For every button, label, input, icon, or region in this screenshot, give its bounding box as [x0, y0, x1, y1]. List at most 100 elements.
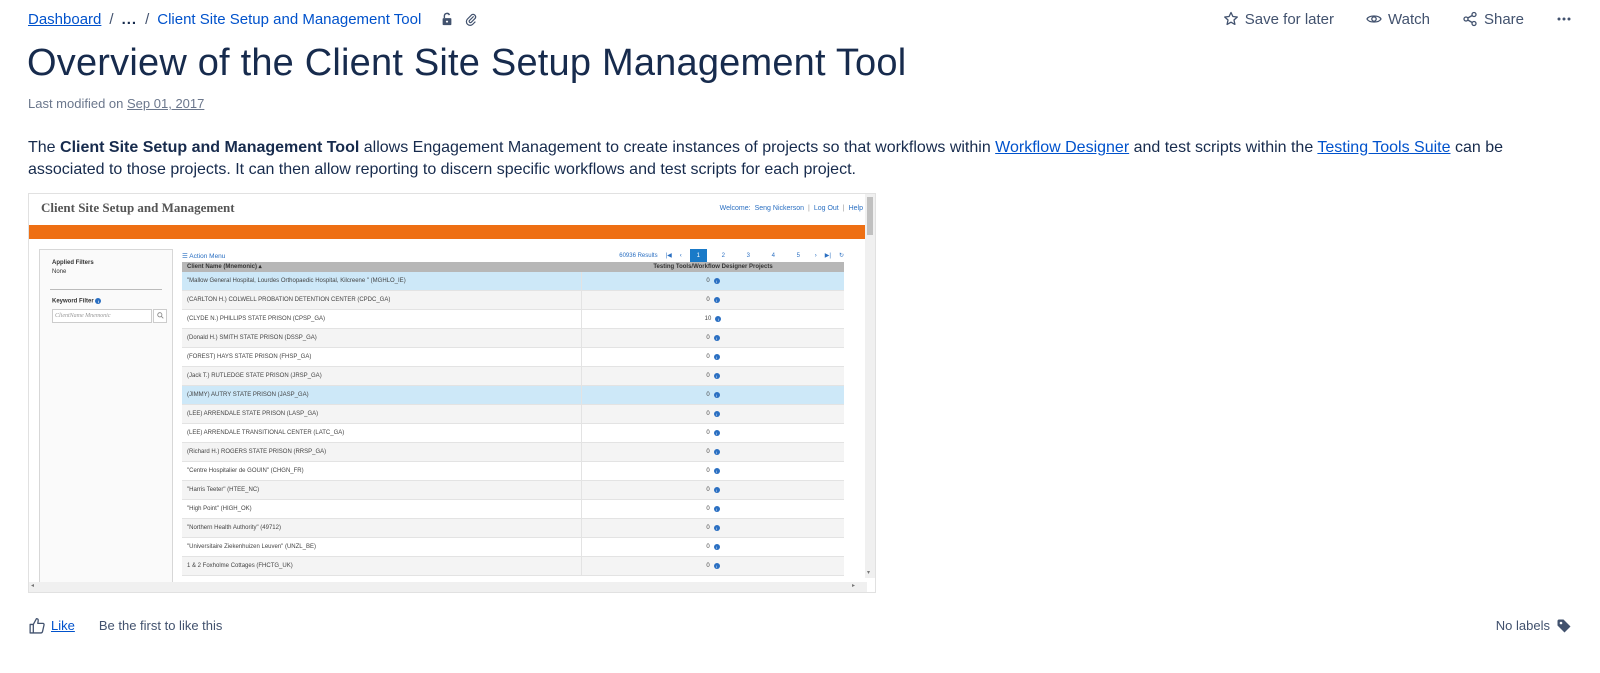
project-count-cell: 0i — [582, 481, 844, 499]
project-count-cell: 0i — [582, 462, 844, 480]
screenshot-logout: Log Out — [813, 204, 839, 212]
table-row: (Jack T.) RUTLEDGE STATE PRISON (JRSP_GA… — [182, 367, 844, 386]
unlock-icon[interactable] — [439, 11, 455, 27]
info-icon: i — [713, 506, 720, 512]
screenshot-user: Seng Nickerson — [754, 204, 805, 212]
project-count: 0 — [706, 563, 710, 569]
applied-filters-value: None — [52, 269, 67, 275]
table-row: (LEE) ARRENDALE STATE PRISON (LASP_GA) 0 i — [182, 405, 844, 424]
scroll-right-icon[interactable]: ▸ — [852, 582, 855, 589]
project-count: 0 — [706, 411, 710, 417]
keyword-filter-label: Keyword Filter i — [52, 298, 160, 305]
more-icon — [1557, 17, 1571, 21]
prev-page-icon: ‹ — [679, 252, 682, 259]
testing-tools-suite-link[interactable]: Testing Tools Suite — [1317, 139, 1450, 156]
star-icon — [1223, 11, 1238, 26]
client-name-cell: (CLYDE N.) PHILLIPS STATE PRISON (CPSP_G… — [182, 310, 582, 328]
project-count: 0 — [706, 430, 710, 436]
table-row: "High Point" (HIGH_OK) 0 i — [182, 500, 844, 519]
table-row: "Mallow General Hospital, Lourdes Orthop… — [182, 272, 844, 291]
client-name-cell: (CARLTON H.) COLWELL PROBATION DETENTION… — [182, 291, 582, 309]
top-bar: Dashboard / ... / Client Site Setup and … — [28, 8, 1572, 30]
scroll-thumb[interactable] — [867, 197, 873, 235]
breadcrumb-current-link[interactable]: Client Site Setup and Management Tool — [157, 11, 421, 28]
project-count: 10 — [704, 316, 712, 322]
screenshot-orange-bar — [29, 225, 875, 239]
info-icon: i — [95, 298, 102, 304]
breadcrumb-separator: / — [145, 10, 150, 28]
info-icon: i — [713, 544, 720, 550]
like-status: Be the first to like this — [98, 618, 223, 633]
screenshot-results-grid: ☰ Action Menu 60936 Results |◀ ‹ 1 2 3 4… — [182, 249, 844, 576]
scroll-left-icon[interactable]: ◂ — [31, 582, 34, 589]
client-name-cell: (Jack T.) RUTLEDGE STATE PRISON (JRSP_GA… — [182, 367, 582, 385]
table-row: (JIMMY) AUTRY STATE PRISON (JASP_GA) 0 i — [182, 386, 844, 405]
last-modified-label: Last modified on — [28, 96, 128, 111]
table-row: (Richard H.) ROGERS STATE PRISON (RRSP_G… — [182, 443, 844, 462]
project-count: 0 — [706, 544, 710, 550]
project-count-cell: 0i — [582, 519, 844, 537]
next-page-icon: › — [814, 252, 817, 259]
project-count: 0 — [706, 449, 710, 455]
watch-button[interactable]: Watch — [1366, 11, 1430, 28]
thumbs-up-icon[interactable] — [28, 617, 45, 634]
embedded-screenshot: Client Site Setup and Management Welcome… — [28, 193, 876, 593]
client-name-cell: (Richard H.) ROGERS STATE PRISON (RRSP_G… — [182, 443, 582, 461]
client-name-cell: 1 & 2 Foxholme Cottages (FHCTG_UK) — [182, 557, 582, 575]
project-count: 0 — [706, 335, 710, 341]
eye-icon — [1366, 15, 1382, 23]
grid-header: Client Name (Mnemonic) ▴ Testing Tools/W… — [182, 262, 844, 272]
client-name-cell: (FOREST) HAYS STATE PRISON (FHSP_GA) — [182, 348, 582, 366]
screenshot-header: Client Site Setup and Management Welcome… — [29, 194, 875, 222]
client-name-cell: (Donald H.) SMITH STATE PRISON (DSSP_GA) — [182, 329, 582, 347]
attachment-icon[interactable] — [463, 11, 479, 27]
page-title: Overview of the Client Site Setup Manage… — [27, 42, 907, 84]
client-name-cell: (JIMMY) AUTRY STATE PRISON (JASP_GA) — [182, 386, 582, 404]
pager: 60936 Results |◀ ‹ 1 2 3 4 5 › ▶| ↻ — [619, 249, 844, 262]
client-name-cell: "Mallow General Hospital, Lourdes Orthop… — [182, 272, 582, 290]
like-link[interactable]: Like — [51, 618, 75, 633]
info-icon: i — [713, 354, 720, 360]
watch-label: Watch — [1388, 10, 1430, 28]
breadcrumb-dashboard-link[interactable]: Dashboard — [28, 11, 101, 28]
screenshot-user-menu: Welcome: Seng Nickerson | Log Out | Help — [719, 204, 863, 212]
breadcrumb-ellipsis[interactable]: ... — [122, 11, 138, 28]
last-modified: Last modified on Sep 01, 2017 — [28, 96, 204, 111]
like-area: Like Be the first to like this — [28, 617, 222, 634]
save-for-later-button[interactable]: Save for later — [1223, 11, 1334, 28]
page-number: 3 — [746, 252, 750, 259]
table-row: (LEE) ARRENDALE TRANSITIONAL CENTER (LAT… — [182, 424, 844, 443]
results-count: 60936 Results — [619, 252, 658, 259]
more-actions-button[interactable] — [1556, 11, 1572, 27]
share-icon — [1463, 11, 1477, 27]
screenshot-help: Help — [848, 204, 863, 212]
intro-bold-text: Client Site Setup and Management Tool — [60, 139, 360, 156]
share-button[interactable]: Share — [1462, 11, 1524, 28]
info-icon: i — [713, 297, 720, 303]
project-count-cell: 0i — [582, 367, 844, 385]
last-modified-date[interactable]: Sep 01, 2017 — [127, 96, 204, 111]
column-header-projects: Testing Tools/Workflow Designer Projects — [653, 264, 773, 270]
grid-rows: "Mallow General Hospital, Lourdes Orthop… — [182, 272, 844, 576]
info-icon: i — [713, 392, 720, 398]
page-number: 4 — [771, 252, 775, 259]
page-number: 1 — [689, 249, 707, 262]
screenshot-horizontal-scrollbar[interactable]: ◂ ▸ — [29, 582, 867, 592]
intro-text: and test scripts within the — [1129, 139, 1318, 156]
project-count-cell: 0i — [582, 557, 844, 575]
labels-area: No labels — [1496, 618, 1572, 634]
project-count: 0 — [706, 487, 710, 493]
column-header-client: Client Name (Mnemonic) ▴ — [187, 264, 262, 270]
project-count-cell: 0i — [582, 405, 844, 423]
scroll-down-icon[interactable]: ▾ — [867, 569, 870, 576]
screenshot-vertical-scrollbar[interactable]: ▾ — [865, 194, 875, 578]
project-count: 0 — [706, 373, 710, 379]
table-row: (Donald H.) SMITH STATE PRISON (DSSP_GA)… — [182, 329, 844, 348]
project-count-cell: 0i — [582, 291, 844, 309]
client-name-cell: "Harris Teeter" (HTEE_NC) — [182, 481, 582, 499]
label-tag-icon[interactable] — [1556, 618, 1572, 634]
project-count: 0 — [706, 468, 710, 474]
info-icon: i — [713, 468, 720, 474]
workflow-designer-link[interactable]: Workflow Designer — [995, 139, 1129, 156]
action-menu: ☰ Action Menu — [182, 252, 226, 260]
